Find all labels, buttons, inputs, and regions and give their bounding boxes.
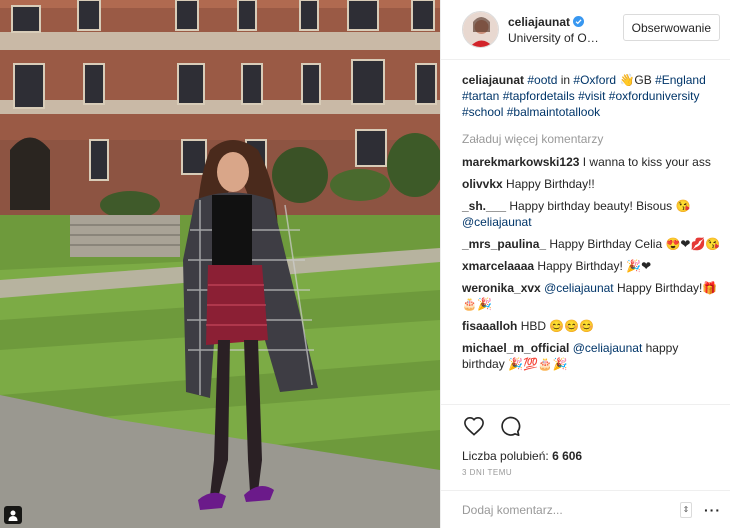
comment-author[interactable]: marekmarkowski123 <box>462 155 579 169</box>
comment-item: xmarcelaaaa Happy Birthday! 🎉❤ <box>462 258 721 274</box>
avatar-image <box>463 12 498 47</box>
comment-item: marekmarkowski123 I wanna to kiss your a… <box>462 154 721 170</box>
comment-author[interactable]: michael_m_official <box>462 341 569 355</box>
comments-list[interactable]: celiajaunat #ootd in #Oxford 👋GB #Englan… <box>441 60 730 404</box>
hashtag-link[interactable]: @celiajaunat <box>462 215 532 229</box>
hashtag-link[interactable]: #school <box>462 105 503 119</box>
comment-item: _mrs_paulina_ Happy Birthday Celia 😍❤💋😘 <box>462 236 721 252</box>
comment-container: marekmarkowski123 I wanna to kiss your a… <box>462 154 721 372</box>
comment-text: Happy Birthday Celia 😍❤💋😘 <box>549 237 721 251</box>
hashtag-link[interactable]: #visit <box>578 89 605 103</box>
hashtag-link[interactable]: #England <box>655 73 706 87</box>
hashtag-link[interactable]: @celiajaunat <box>573 341 643 355</box>
instagram-post: celiajaunat University of Oxford Obserwo… <box>0 0 730 528</box>
sort-icon[interactable]: ⇕ <box>680 501 692 518</box>
hashtag-link[interactable]: #ootd <box>527 73 557 87</box>
comment-author[interactable]: olivvkx <box>462 177 503 191</box>
post-timestamp[interactable]: 3 DNI TEMU <box>462 468 721 477</box>
post-header: celiajaunat University of Oxford Obserwo… <box>441 0 730 60</box>
comment-button[interactable] <box>498 414 522 438</box>
hashtag-link[interactable]: #balmaintotallook <box>507 105 600 119</box>
comment-text: HBD 😊😊😊 <box>520 319 595 333</box>
comment-item: michael_m_official @celiajaunat happy bi… <box>462 340 721 372</box>
post-side-panel: celiajaunat University of Oxford Obserwo… <box>440 0 730 528</box>
author-username[interactable]: celiajaunat <box>508 15 570 29</box>
comment-author[interactable]: _mrs_paulina_ <box>462 237 546 251</box>
comment-author[interactable]: _sh.___ <box>462 199 506 213</box>
post-photo[interactable] <box>0 0 440 528</box>
comment-text: Happy Birthday!! <box>506 177 595 191</box>
comment-item: olivvkx Happy Birthday!! <box>462 176 721 192</box>
comment-text: Happy birthday beauty! Bisous 😘 <box>509 199 691 213</box>
caption: celiajaunat #ootd in #Oxford 👋GB #Englan… <box>462 72 721 120</box>
post-location[interactable]: University of Oxford <box>508 31 604 45</box>
comment-item: fisaaalloh HBD 😊😊😊 <box>462 318 721 334</box>
comment-author[interactable]: weronika_xvx <box>462 281 541 295</box>
more-options-icon[interactable]: ··· <box>704 502 721 518</box>
follow-button[interactable]: Obserwowanie <box>622 14 720 41</box>
likes-label: Liczba polubień: <box>462 449 549 463</box>
comment-text: in <box>557 73 574 87</box>
photo-illustration <box>0 0 440 528</box>
avatar[interactable] <box>462 11 499 48</box>
heart-icon <box>464 416 484 436</box>
comment-item: _sh.___ Happy birthday beauty! Bisous 😘 … <box>462 198 721 230</box>
verified-badge-icon <box>573 16 585 27</box>
person-icon <box>8 510 18 521</box>
post-actions: Liczba polubień: 6 606 3 DNI TEMU <box>441 404 730 490</box>
comment-author[interactable]: fisaaalloh <box>462 319 517 333</box>
likes-count[interactable]: Liczba polubień: 6 606 <box>462 449 721 463</box>
comment-item: weronika_xvx @celiajaunat Happy Birthday… <box>462 280 721 312</box>
hashtag-link[interactable]: #Oxford <box>573 73 616 87</box>
comment-text: I wanna to kiss your ass <box>582 155 711 169</box>
speech-bubble-icon <box>501 416 521 436</box>
load-more-comments-link[interactable]: Załaduj więcej komentarzy <box>462 132 721 146</box>
hashtag-link[interactable]: @celiajaunat <box>544 281 614 295</box>
hashtag-link[interactable]: #tartan <box>462 89 499 103</box>
add-comment-input[interactable] <box>462 502 680 517</box>
likes-number: 6 606 <box>552 449 583 463</box>
comment-author[interactable]: xmarcelaaaa <box>462 259 534 273</box>
like-button[interactable] <box>462 414 486 438</box>
add-comment-bar: ⇕ ··· <box>441 490 730 528</box>
comment-text: 👋GB <box>616 73 656 87</box>
hashtag-link[interactable]: #oxforduniversity <box>609 89 700 103</box>
hashtag-link[interactable]: #tapfordetails <box>503 89 575 103</box>
user-tag-icon[interactable] <box>4 506 22 524</box>
comment-text: Happy Birthday! 🎉❤ <box>537 259 652 273</box>
caption-author[interactable]: celiajaunat <box>462 73 524 87</box>
